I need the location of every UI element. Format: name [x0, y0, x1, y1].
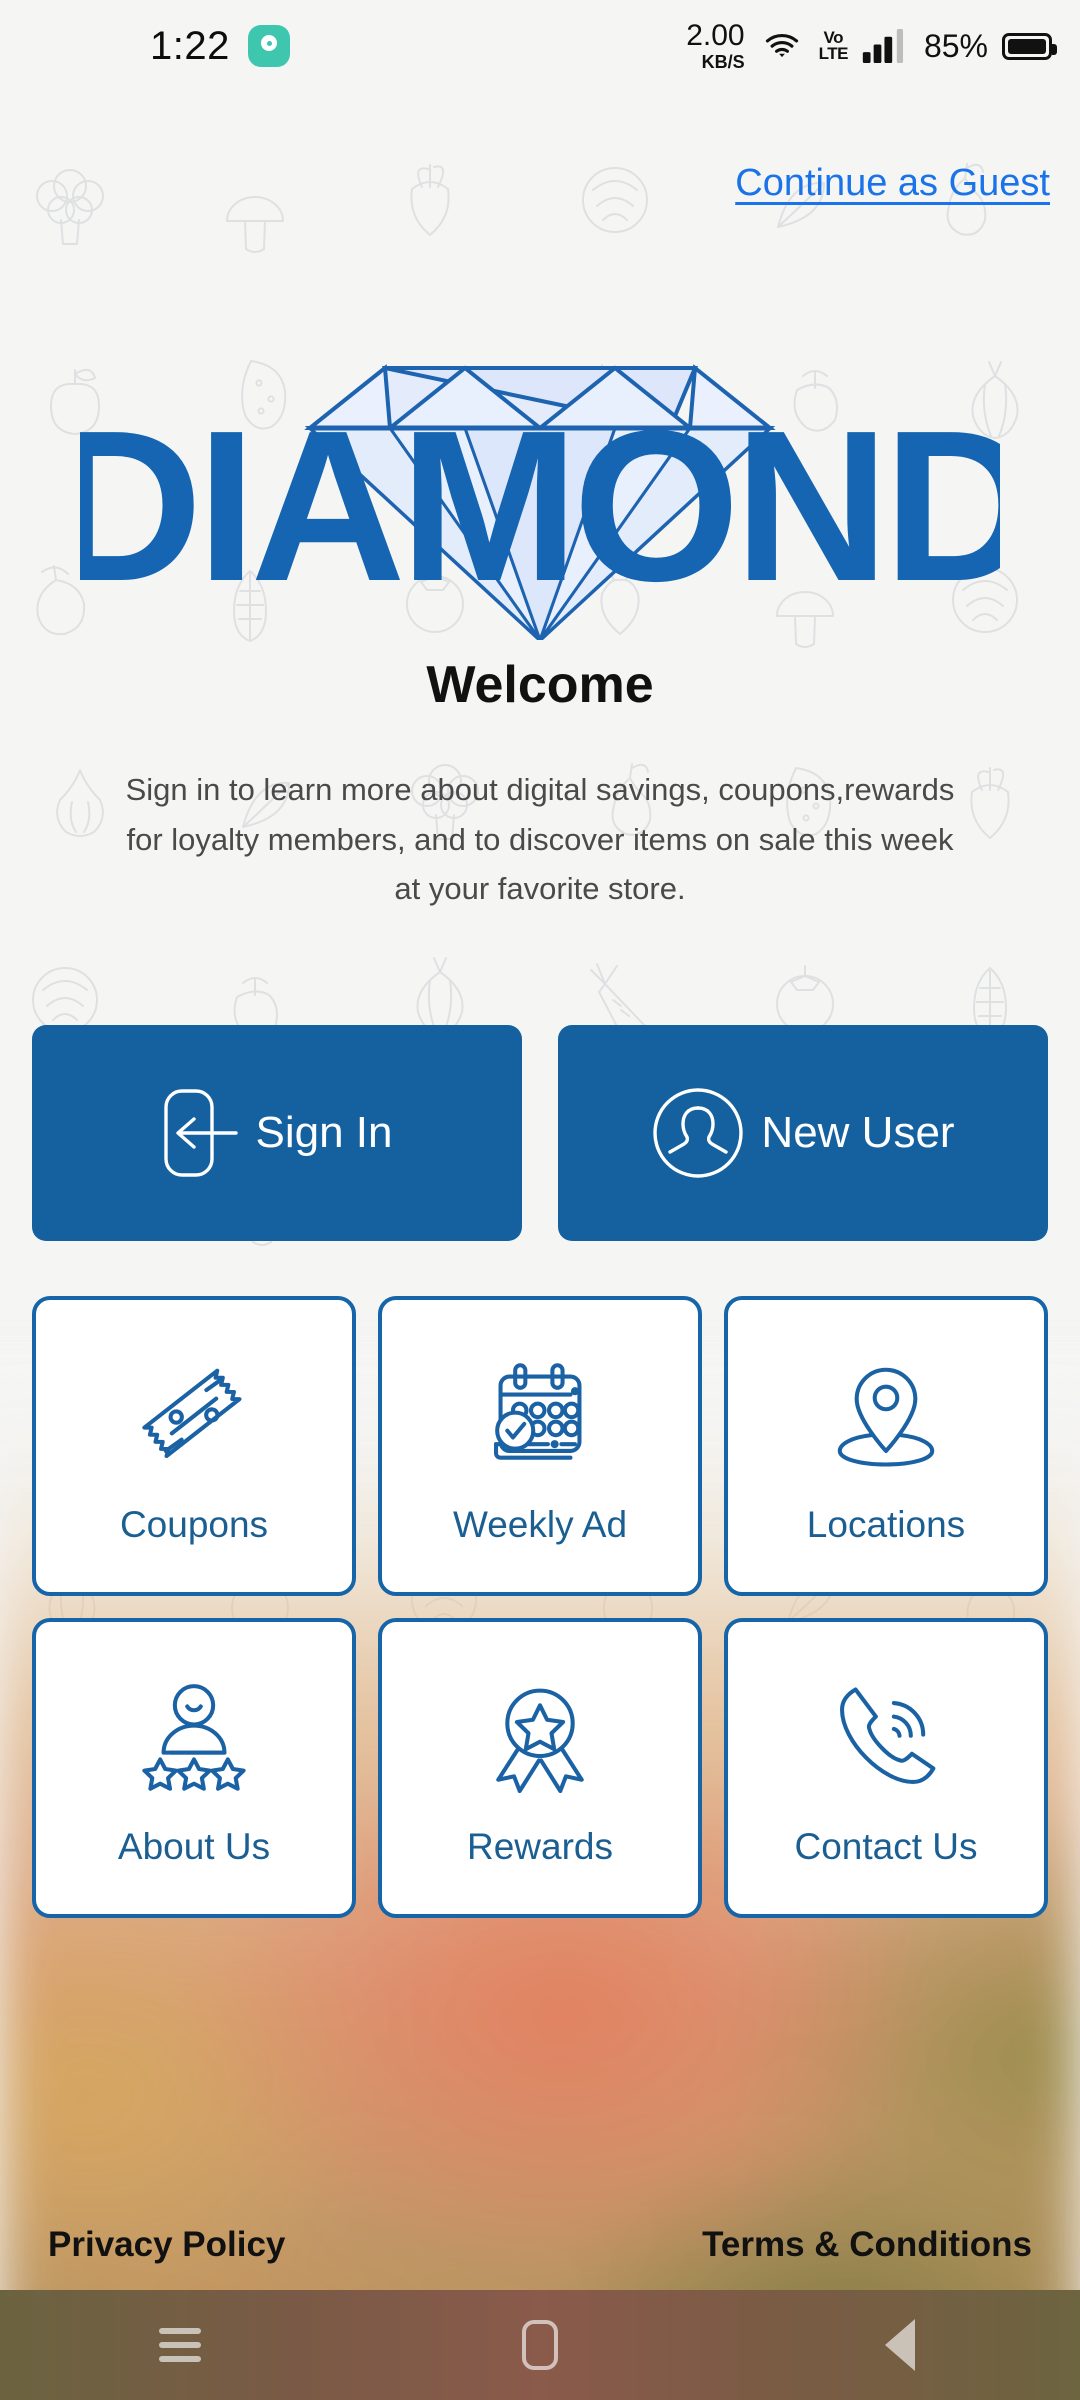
tile-label-contact-us: Contact Us	[794, 1826, 978, 1867]
primary-actions: Sign In New User	[32, 1025, 1048, 1241]
terms-conditions-link[interactable]: Terms & Conditions	[702, 2225, 1032, 2265]
tile-about-us[interactable]: About Us	[32, 1618, 356, 1918]
battery-percent: 85%	[923, 27, 988, 64]
page-description: Sign in to learn more about digital savi…	[125, 772, 955, 907]
status-bar: 1:22 2.00 KB/S Vo LTE 85%	[0, 0, 1080, 92]
sign-in-label: Sign In	[255, 1108, 393, 1157]
back-icon	[885, 2319, 915, 2371]
sign-in-button[interactable]: Sign In	[32, 1025, 522, 1241]
user-circle-icon	[653, 1088, 744, 1178]
tile-label-about-us: About Us	[117, 1826, 271, 1867]
brand-logo: DIAMOND	[0, 300, 1080, 650]
status-bar-right: 2.00 KB/S Vo LTE 85%	[686, 19, 1057, 72]
android-navigation-bar	[0, 2290, 1080, 2400]
guest-link-container: Continue as Guest	[735, 162, 1050, 205]
home-button[interactable]	[480, 2290, 600, 2400]
tile-coupons[interactable]: Coupons	[32, 1296, 356, 1596]
recents-icon	[159, 2328, 201, 2362]
person-stars-icon	[132, 1668, 256, 1808]
volte-icon: Vo LTE	[818, 29, 849, 63]
notification-app-icon	[247, 25, 290, 67]
calendar-check-icon	[478, 1346, 602, 1486]
status-time: 1:22	[150, 23, 230, 68]
tile-locations[interactable]: Locations	[724, 1296, 1048, 1596]
new-user-label: New User	[761, 1108, 955, 1157]
coupon-ticket-icon	[132, 1346, 256, 1486]
tile-label-coupons: Coupons	[119, 1504, 269, 1545]
sign-in-door-icon	[163, 1089, 238, 1177]
page-title: Welcome	[426, 656, 654, 714]
app-root: 1:22 2.00 KB/S Vo LTE 85% Continue as Gu…	[0, 0, 1080, 2400]
footer-links: Privacy Policy Terms & Conditions	[0, 2200, 1080, 2290]
continue-as-guest-link[interactable]: Continue as Guest	[735, 162, 1050, 205]
new-user-button[interactable]: New User	[558, 1025, 1048, 1241]
back-button[interactable]	[840, 2290, 960, 2400]
home-icon	[522, 2320, 558, 2370]
map-pin-icon	[824, 1346, 948, 1486]
volte-line-2: LTE	[818, 44, 849, 63]
phone-call-icon	[824, 1668, 948, 1808]
privacy-policy-link[interactable]: Privacy Policy	[48, 2225, 285, 2265]
tile-rewards[interactable]: Rewards	[378, 1618, 702, 1918]
tile-weekly-ad[interactable]: Weekly Ad	[378, 1296, 702, 1596]
tile-label-weekly-ad: Weekly Ad	[452, 1504, 628, 1545]
tile-label-locations: Locations	[806, 1504, 966, 1545]
quick-links-grid: Coupons Weekly Ad Locations About Us Rew…	[32, 1296, 1048, 1918]
cellular-signal-icon	[862, 29, 903, 63]
award-ribbon-icon	[478, 1668, 602, 1808]
battery-icon	[1002, 32, 1057, 60]
brand-wordmark: DIAMOND	[80, 385, 1000, 626]
wifi-icon	[765, 34, 798, 58]
network-speed-unit: KB/S	[701, 52, 745, 72]
tile-contact-us[interactable]: Contact Us	[724, 1618, 1048, 1918]
network-speed-value: 2.00	[686, 19, 745, 52]
recents-button[interactable]	[120, 2290, 240, 2400]
network-speed: 2.00 KB/S	[686, 19, 745, 72]
tile-label-rewards: Rewards	[467, 1826, 613, 1867]
diamond-logo-icon: DIAMOND	[80, 364, 1000, 640]
status-bar-left: 1:22	[150, 24, 290, 69]
